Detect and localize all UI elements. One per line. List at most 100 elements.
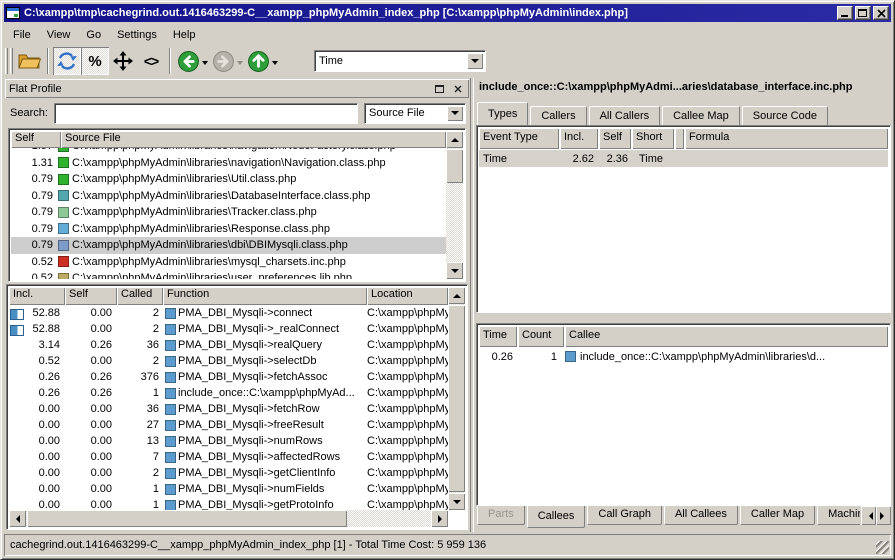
column-header-callee[interactable]: Callee — [565, 326, 888, 347]
scroll-down-button[interactable] — [446, 262, 463, 279]
column-header-called[interactable]: Called — [117, 287, 163, 305]
resize-grip[interactable] — [876, 541, 889, 554]
open-file-button[interactable] — [15, 47, 43, 75]
function-row[interactable]: 0.26 0.26 376 PMA_DBI_Mysqli->fetchAssoc… — [9, 369, 448, 385]
callee-row[interactable]: 0.26 1 include_once::C:\xampp\phpMyAdmin… — [479, 348, 888, 365]
detail-tab[interactable]: All Callers — [589, 106, 661, 125]
self-cost-value: 0.26 — [65, 387, 117, 399]
source-file-row[interactable]: 0.79 C:\xampp\phpMyAdmin\libraries\Respo… — [11, 221, 446, 238]
column-header-blank[interactable] — [675, 128, 684, 149]
search-input[interactable] — [54, 103, 358, 124]
column-header-function[interactable]: Function — [163, 287, 367, 305]
scroll-down-button[interactable] — [448, 493, 465, 510]
self-cost-value: 0.26 — [65, 371, 117, 383]
relative-to-parent-button[interactable] — [109, 47, 137, 75]
column-header-incl[interactable]: Incl. — [9, 287, 65, 305]
detail-bottom-tab[interactable]: Call Graph — [587, 506, 662, 525]
file-list-vertical-scrollbar[interactable] — [446, 131, 463, 279]
source-file-row[interactable]: 0.79 C:\xampp\phpMyAdmin\libraries\Track… — [11, 204, 446, 221]
up-dropdown-caret[interactable] — [272, 61, 278, 68]
source-file-row[interactable]: 0.79 C:\xampp\phpMyAdmin\libraries\Datab… — [11, 188, 446, 205]
function-row[interactable]: 52.88 0.00 2 PMA_DBI_Mysqli->_realConnec… — [9, 321, 448, 337]
function-row[interactable]: 3.14 0.26 36 PMA_DBI_Mysqli->realQuery C… — [9, 337, 448, 353]
column-header-formula[interactable]: Formula — [685, 128, 888, 149]
function-row[interactable]: 0.00 0.00 1 PMA_DBI_Mysqli->numFields C:… — [9, 481, 448, 497]
function-table-horizontal-scrollbar[interactable] — [9, 510, 448, 527]
detail-tab[interactable]: Callee Map — [662, 106, 740, 125]
detail-bottom-tab[interactable]: All Callees — [664, 506, 738, 525]
function-row[interactable]: 0.00 0.00 13 PMA_DBI_Mysqli->numRows C:\… — [9, 433, 448, 449]
scrollbar-thumb[interactable] — [446, 149, 463, 183]
column-header-count[interactable]: Count — [518, 326, 564, 347]
scroll-right-button[interactable] — [431, 510, 448, 527]
scroll-up-button[interactable] — [448, 287, 465, 304]
column-header-self[interactable]: Self — [11, 131, 61, 148]
minimize-icon — [841, 15, 848, 17]
detail-tab[interactable]: Callers — [530, 106, 586, 125]
function-table-vertical-scrollbar[interactable] — [448, 287, 465, 510]
self-cost-value: 0.79 — [11, 223, 57, 235]
tab-scroll-left-button[interactable] — [861, 506, 876, 525]
detail-bottom-tab[interactable]: Caller Map — [740, 506, 815, 525]
combobox-dropdown-button[interactable] — [467, 53, 483, 69]
detail-tab[interactable]: Source Code — [742, 106, 828, 125]
column-header-location[interactable]: Location — [367, 287, 448, 305]
function-row[interactable]: 0.26 0.26 1 include_once::C:\xampp\phpMy… — [9, 385, 448, 401]
menu-item[interactable]: View — [39, 27, 79, 43]
menu-item[interactable]: File — [5, 27, 39, 43]
up-button[interactable] — [245, 47, 280, 75]
minimize-button[interactable] — [837, 6, 853, 20]
dock-close-button[interactable] — [450, 82, 465, 96]
source-file-row[interactable]: 0.79 C:\xampp\phpMyAdmin\libraries\dbi\D… — [11, 237, 446, 254]
relative-percent-button[interactable]: % — [81, 47, 109, 75]
column-header-event-type[interactable]: Event Type — [479, 128, 559, 149]
detail-bottom-tab[interactable]: Machine — [817, 506, 860, 525]
function-row[interactable]: 52.88 0.00 2 PMA_DBI_Mysqli->connect C:\… — [9, 305, 448, 321]
toolbar-grip[interactable] — [10, 48, 13, 74]
toolbar-grip[interactable] — [5, 48, 8, 74]
function-row[interactable]: 0.00 0.00 7 PMA_DBI_Mysqli->affectedRows… — [9, 449, 448, 465]
forward-button[interactable] — [210, 47, 245, 75]
group-by-value: Source File — [369, 107, 425, 119]
detail-bottom-tab[interactable]: Parts — [477, 506, 525, 525]
menu-item[interactable]: Go — [78, 27, 109, 43]
group-by-combobox[interactable]: Source File — [364, 103, 466, 124]
menu-item[interactable]: Settings — [109, 27, 165, 43]
column-header-time[interactable]: Time — [479, 326, 517, 347]
cycle-grouping-button[interactable] — [53, 47, 81, 75]
back-button[interactable] — [175, 47, 210, 75]
source-file-row[interactable]: 1.31 C:\xampp\phpMyAdmin\libraries\navig… — [11, 155, 446, 172]
scrollbar-thumb[interactable] — [448, 305, 465, 492]
dock-title-bar[interactable]: Flat Profile — [5, 79, 469, 98]
source-file-row[interactable]: 0.52 C:\xampp\phpMyAdmin\libraries\mysql… — [11, 254, 446, 271]
column-header-self[interactable]: Self — [65, 287, 117, 305]
function-row[interactable]: 0.00 0.00 36 PMA_DBI_Mysqli->fetchRow C:… — [9, 401, 448, 417]
menu-item[interactable]: Help — [165, 27, 204, 43]
detail-bottom-tab[interactable]: Callees — [527, 506, 586, 528]
function-row[interactable]: 0.00 0.00 27 PMA_DBI_Mysqli->freeResult … — [9, 417, 448, 433]
scroll-left-button[interactable] — [9, 510, 26, 527]
event-type-combobox[interactable]: Time — [314, 50, 486, 72]
source-file-row[interactable]: 0.52 C:\xampp\phpMyAdmin\libraries\user_… — [11, 270, 446, 279]
self-cost-value: 0.26 — [65, 339, 117, 351]
event-type-row[interactable]: Time 2.62 2.36 Time — [479, 150, 888, 167]
dock-float-button[interactable] — [432, 82, 447, 96]
scrollbar-thumb[interactable] — [27, 510, 347, 527]
function-row[interactable]: 0.00 0.00 1 PMA_DBI_Mysqli->getProtoInfo… — [9, 497, 448, 510]
back-dropdown-caret[interactable] — [202, 61, 208, 68]
close-button[interactable] — [873, 6, 889, 20]
tab-scroll-right-button[interactable] — [876, 506, 891, 525]
function-name-cell: PMA_DBI_Mysqli->connect — [163, 307, 367, 319]
function-row[interactable]: 0.00 0.00 2 PMA_DBI_Mysqli->getClientInf… — [9, 465, 448, 481]
source-file-row[interactable]: 0.79 C:\xampp\phpMyAdmin\libraries\Util.… — [11, 171, 446, 188]
detail-tab[interactable]: Types — [477, 102, 528, 125]
scroll-up-button[interactable] — [446, 131, 463, 148]
combobox-dropdown-button[interactable] — [447, 106, 463, 121]
function-row[interactable]: 0.52 0.00 2 PMA_DBI_Mysqli->selectDb C:\… — [9, 353, 448, 369]
column-header-self[interactable]: Self — [599, 128, 631, 149]
column-header-short[interactable]: Short — [632, 128, 674, 149]
column-header-source-file[interactable]: Source File — [61, 131, 446, 148]
maximize-button[interactable] — [855, 6, 871, 20]
expand-shorten-button[interactable]: <> — [137, 47, 165, 75]
column-header-incl[interactable]: Incl. — [560, 128, 598, 149]
